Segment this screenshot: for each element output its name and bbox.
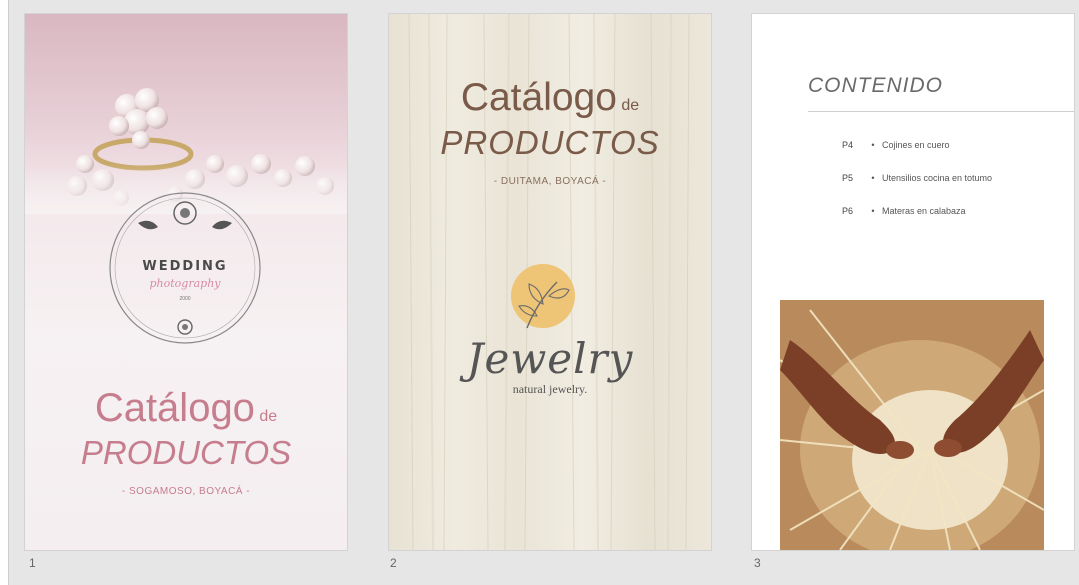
catalog-de: de [621,97,640,114]
toc-bullet: • [871,173,875,183]
toc-page: P4 [842,140,854,150]
heading-rule [808,111,1074,112]
page-thumbnail-1[interactable]: WEDDING photography 2000 Catálogo de PRO… [25,14,347,550]
location-text: - SOGAMOSO, BOYACÁ - [121,486,251,497]
toc-item: P6 • Materas en calabaza [842,206,966,216]
page-number-1: 1 [29,556,36,570]
catalog-title: Catálogo de [389,76,711,120]
toc-label: Materas en calabaza [882,206,966,216]
toc-bullet: • [871,206,875,216]
emblem-title: WEDDING [142,259,228,274]
wedding-emblem: WEDDING photography 2000 [108,191,262,345]
weaving-hands-photo [780,300,1044,550]
catalog-word: Catálogo [94,386,255,430]
emblem-small-text: 2000 [179,296,191,302]
contents-heading: CONTENIDO [808,74,943,97]
page-number-2: 2 [390,556,397,570]
photo-credit [1052,476,1058,540]
logo-script-text: Jewelry [466,334,634,383]
toc-label: Utensilios cocina en totumo [882,173,993,183]
toc-page: P6 [842,206,854,216]
page-thumbnail-3[interactable]: CONTENIDO P4 • Cojines en cuero P5 • Utensil… [752,14,1074,550]
emblem-subtitle: photography [149,277,221,290]
products-word: PRODUCTOS [440,124,660,161]
catalog-title: Catálogo de [25,386,347,431]
logo-tagline: natural jewelry. [512,382,588,396]
toc-bullet: • [871,140,875,150]
left-panel-edge [0,0,9,585]
catalog-word: Catálogo [460,76,617,119]
ring-pearls-photo [25,88,347,214]
toc-item: P4 • Cojines en cuero [842,140,950,150]
catalog-de: de [259,408,278,425]
location-text: - DUITAMA, BOYACÁ - [493,176,607,187]
products-word: PRODUCTOS [80,434,292,471]
toc-label: Cojines en cuero [882,140,950,150]
toc-item: P5 • Utensilios cocina en totumo [842,173,992,183]
page-thumbnail-2[interactable]: Catálogo de PRODUCTOS - DUITAMA, BOYACÁ … [389,14,711,550]
page-number-3: 3 [754,556,761,570]
toc-page: P5 [842,173,854,183]
